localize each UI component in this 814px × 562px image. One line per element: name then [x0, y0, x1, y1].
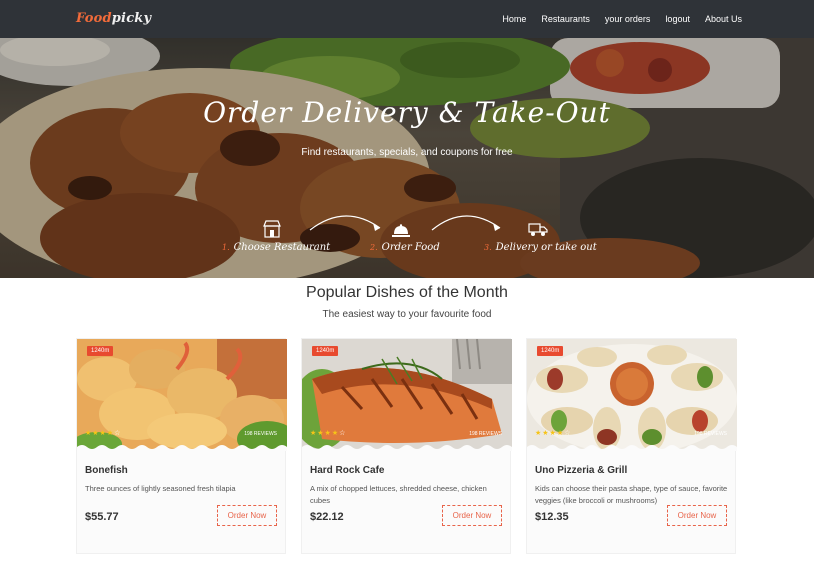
- main-nav: Home Restaurants your orders logout Abou…: [502, 0, 742, 38]
- step-number: 3.: [484, 243, 492, 252]
- order-now-button[interactable]: Order Now: [667, 505, 727, 526]
- step-delivery-or-takeout: 3. Delivery or take out: [484, 242, 597, 253]
- dish-price: $22.12: [310, 511, 344, 523]
- dish-card[interactable]: 1240m ★★★★☆ 198 REVIEWS Uno Pizzeria & G…: [526, 338, 737, 554]
- star-rating: ★★★★☆: [85, 430, 122, 437]
- review-count: 198 REVIEWS: [244, 431, 277, 437]
- dish-description: A mix of chopped lettuces, shredded chee…: [310, 484, 487, 505]
- nav-restaurants[interactable]: Restaurants: [541, 14, 590, 24]
- section-subtitle: The easiest way to your favourite food: [322, 309, 492, 320]
- step-choose-restaurant: 1. Choose Restaurant: [222, 242, 330, 253]
- step-label: Choose Restaurant: [233, 242, 331, 253]
- order-now-button[interactable]: Order Now: [217, 505, 277, 526]
- dish-card[interactable]: 1240m ★★★★☆ 198 REVIEWS Bonefish Three o…: [76, 338, 287, 554]
- dish-image[interactable]: 1240m ★★★★☆ 198 REVIEWS: [302, 339, 512, 451]
- nav-home[interactable]: Home: [502, 14, 526, 24]
- review-count: 198 REVIEWS: [694, 431, 727, 437]
- step-number: 2.: [370, 243, 378, 252]
- brand-logo[interactable]: Foodpicky: [76, 11, 151, 26]
- nav-logout[interactable]: logout: [665, 14, 690, 24]
- brand-name-picky: picky: [111, 11, 152, 26]
- nav-your-orders[interactable]: your orders: [605, 14, 651, 24]
- store-icon: [263, 220, 281, 238]
- dish-description: Three ounces of lightly seasoned fresh t…: [85, 484, 236, 493]
- restaurant-name[interactable]: Bonefish: [85, 465, 128, 476]
- review-count: 198 REVIEWS: [469, 431, 502, 437]
- top-navbar: Foodpicky Home Restaurants your orders l…: [0, 0, 814, 38]
- dish-image[interactable]: 1240m ★★★★☆ 198 REVIEWS: [77, 339, 287, 451]
- dish-description: Kids can choose their pasta shape, type …: [535, 484, 728, 505]
- distance-badge: 1240m: [537, 346, 564, 356]
- restaurant-name[interactable]: Uno Pizzeria & Grill: [535, 465, 627, 476]
- brand-name-food: Food: [76, 11, 112, 26]
- star-rating: ★★★★☆: [535, 430, 572, 437]
- delivery-truck-icon: [528, 223, 548, 236]
- step-label: Order Food: [381, 242, 440, 253]
- cloche-icon: [392, 224, 410, 237]
- hero-banner: Order Delivery & Take-Out Find restauran…: [0, 38, 814, 278]
- dish-price: $55.77: [85, 511, 119, 523]
- step-order-food: 2. Order Food: [370, 242, 440, 253]
- nav-about-us[interactable]: About Us: [705, 14, 742, 24]
- star-rating: ★★★★☆: [310, 430, 347, 437]
- dish-card[interactable]: 1240m ★★★★☆ 198 REVIEWS Hard Rock Cafe A…: [301, 338, 512, 554]
- restaurant-name[interactable]: Hard Rock Cafe: [310, 465, 384, 476]
- distance-badge: 1240m: [312, 346, 339, 356]
- distance-badge: 1240m: [87, 346, 114, 356]
- dish-image[interactable]: 1240m ★★★★☆ 198 REVIEWS: [527, 339, 737, 451]
- step-label: Delivery or take out: [495, 242, 597, 253]
- section-title: Popular Dishes of the Month: [306, 284, 508, 301]
- order-now-button[interactable]: Order Now: [442, 505, 502, 526]
- dish-price: $12.35: [535, 511, 569, 523]
- step-number: 1.: [222, 243, 230, 252]
